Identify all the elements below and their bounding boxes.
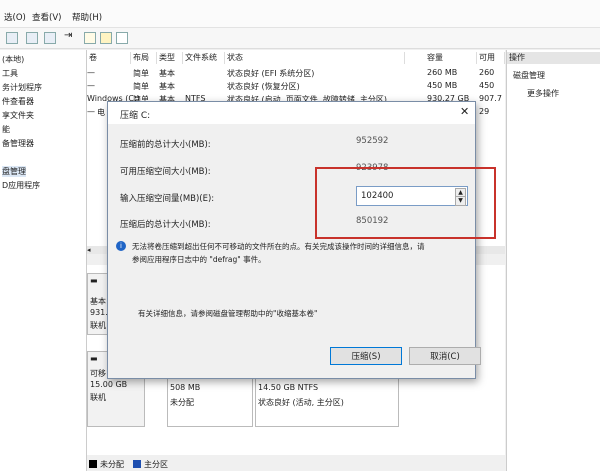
tree-item[interactable]: 享文件夹 [2, 110, 34, 121]
cell-type: 基本 [159, 82, 175, 91]
shrink-amount-label: 输入压缩空间量(MB)(E): [120, 194, 215, 204]
document-icon[interactable] [116, 32, 128, 44]
actions-header: 操作 [507, 52, 600, 64]
cell-status: 状态良好 (恢复分区) [227, 82, 300, 91]
tree-item[interactable]: 件查看器 [2, 96, 34, 107]
primary-swatch [133, 460, 141, 468]
cell-free: 29 [479, 107, 490, 116]
legend: 未分配 主分区 [87, 457, 505, 471]
cell-type: 基本 [159, 69, 175, 78]
search-icon[interactable] [100, 32, 112, 44]
menu-item-view[interactable]: 查看(V) [32, 11, 61, 23]
column-header[interactable]: 布局 [131, 52, 157, 64]
cell-capacity: 450 MB [427, 81, 458, 90]
partition-size: 14.50 GB NTFS [258, 383, 319, 392]
shrink-dialog: 压缩 C: ✕ 压缩前的总计大小(MB): 952592 可用压缩空间大小(MB… [107, 101, 481, 379]
menu-item-options[interactable]: 选(O) [4, 11, 26, 23]
dialog-title: 压缩 C: [120, 111, 151, 121]
table-row[interactable]: — 简单 基本 状态良好 (EFI 系统分区) 260 MB 260 [87, 68, 505, 78]
partition-size: 508 MB [170, 383, 201, 392]
grid-icon[interactable] [44, 32, 56, 44]
close-icon[interactable]: ✕ [460, 105, 469, 118]
new-icon[interactable] [84, 32, 96, 44]
disk1-status: 联机 [90, 393, 106, 402]
menu-item-help[interactable]: 帮助(H) [72, 11, 102, 23]
partition-state: 未分配 [170, 398, 194, 407]
partition-state: 状态良好 (活动, 主分区) [258, 398, 344, 407]
info-line-1: 无法将卷压缩到超出任何不可移动的文件所在的点。有关完成该操作时间的详细信息，请 [132, 242, 425, 251]
info-icon: i [116, 241, 126, 251]
cell-volume: 电 [97, 108, 105, 117]
table-row[interactable]: — 简单 基本 状态良好 (恢复分区) 450 MB 450 [87, 81, 505, 91]
properties-icon[interactable] [6, 32, 18, 44]
cell-capacity: 260 MB [427, 68, 458, 77]
unallocated-swatch [89, 460, 97, 468]
cell-status: 状态良好 (EFI 系统分区) [227, 69, 315, 78]
column-header[interactable]: 容量 [425, 52, 477, 64]
dialog-titlebar: 压缩 C: ✕ [108, 102, 475, 124]
column-header[interactable]: 文件系统 [183, 52, 225, 64]
action-disk-management[interactable]: 磁盘管理 [513, 70, 545, 81]
tree-item[interactable]: (本地) [2, 54, 24, 65]
navigation-tree: (本地) 工具 务计划程序 件查看器 享文件夹 能 备管理器 盘管理 D应用程序 [0, 50, 87, 471]
tree-item-disk-management[interactable]: 盘管理 [2, 166, 26, 177]
info-line-2: 参阅应用程序日志中的 "defrag" 事件。 [132, 255, 266, 264]
menu-bar: 选(O) 查看(V) 帮助(H) [0, 0, 600, 28]
highlight-box [315, 167, 496, 239]
help-icon[interactable] [26, 32, 38, 44]
cell-free: 450 [479, 81, 495, 90]
disk0-size: 931. [90, 308, 108, 317]
column-header[interactable]: 卷 [87, 52, 131, 64]
available-shrink-label: 可用压缩空间大小(MB): [120, 167, 211, 177]
disk1-type: 可移 [90, 369, 106, 378]
column-header[interactable]: 可用 [477, 52, 505, 64]
tree-item[interactable]: 工具 [2, 68, 18, 79]
column-header[interactable]: 状态 [225, 52, 405, 64]
column-header[interactable]: 类型 [157, 52, 183, 64]
cell-layout: 简单 [133, 69, 149, 78]
cell-layout: 简单 [133, 82, 149, 91]
disk1-size: 15.00 GB [90, 380, 128, 389]
shrink-button[interactable]: 压缩(S) [330, 347, 402, 365]
cell-free: 907.7 [479, 94, 502, 103]
tree-item[interactable]: 务计划程序 [2, 82, 42, 93]
total-after-label: 压缩后的总计大小(MB): [120, 220, 211, 230]
legend-unallocated: 未分配 [100, 460, 124, 469]
total-before-label: 压缩前的总计大小(MB): [120, 140, 211, 150]
tree-item[interactable]: D应用程序 [2, 180, 40, 191]
cell-free: 260 [479, 68, 495, 77]
actions-pane: 操作 磁盘管理 更多操作 [506, 50, 600, 471]
connect-icon[interactable]: ⇥ [64, 30, 76, 42]
total-before-value: 952592 [356, 136, 389, 146]
cancel-button[interactable]: 取消(C) [409, 347, 481, 365]
disk0-type: 基本 [90, 297, 106, 306]
legend-primary: 主分区 [144, 460, 168, 469]
action-more[interactable]: 更多操作 [527, 88, 559, 99]
help-text: 有关详细信息，请参阅磁盘管理帮助中的"收缩基本卷" [138, 309, 318, 318]
tree-item[interactable]: 备管理器 [2, 138, 34, 149]
disk0-status: 联机 [90, 321, 106, 330]
toolbar: ⇥ [0, 28, 600, 49]
tree-item[interactable]: 能 [2, 124, 10, 135]
